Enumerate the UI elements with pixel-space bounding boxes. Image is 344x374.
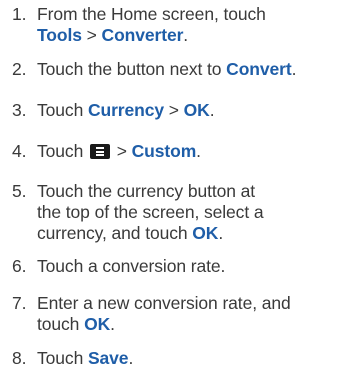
- instruction-list: 1. From the Home screen, touch Tools > C…: [0, 0, 344, 374]
- menu-icon: [89, 144, 110, 159]
- period: .: [110, 314, 115, 334]
- period: .: [128, 348, 134, 368]
- step-line: Touch > Custom.: [37, 141, 201, 162]
- step-prefix: Touch: [37, 348, 88, 368]
- converter-label: Converter: [101, 25, 184, 45]
- step-text: Enter a new conversion rate, and touch O…: [37, 293, 291, 335]
- step-line: Touch the button next to Convert.: [37, 59, 296, 80]
- period: .: [183, 25, 189, 45]
- ok-label: OK: [183, 100, 210, 120]
- custom-label: Custom: [131, 141, 197, 161]
- step-line: Touch the currency button at: [37, 181, 256, 201]
- step-text: From the Home screen, touch Tools > Conv…: [37, 4, 266, 46]
- step-prefix: touch: [37, 314, 85, 334]
- currency-label: Currency: [87, 100, 165, 120]
- step-number: 7.: [12, 293, 27, 313]
- step-prefix: currency, and touch: [37, 223, 193, 243]
- step-line: From the Home screen, touch: [37, 4, 266, 24]
- step-number: 3.: [12, 100, 27, 120]
- period: .: [218, 223, 224, 243]
- step-line: touch OK.: [37, 314, 291, 335]
- tools-label: Tools: [37, 25, 82, 45]
- step-prefix: Touch: [37, 100, 88, 120]
- step-prefix: Touch: [37, 141, 88, 161]
- step-prefix: Touch the button next to: [37, 59, 227, 79]
- step-line: currency, and touch OK.: [37, 223, 264, 244]
- period: .: [291, 59, 297, 79]
- separator: >: [81, 25, 102, 45]
- step-number: 6.: [12, 256, 27, 276]
- step-text: Touch the currency button at the top of …: [37, 181, 264, 244]
- step-line: the top of the screen, select a: [37, 202, 264, 222]
- step-text: Touch the button next to Convert.: [37, 59, 296, 80]
- step-number: 5.: [12, 181, 27, 201]
- step-number: 1.: [12, 4, 27, 24]
- step-text: Touch Save.: [37, 348, 133, 369]
- separator: >: [111, 141, 132, 161]
- ok-label: OK: [84, 314, 111, 334]
- step-number: 8.: [12, 348, 27, 368]
- ok-label: OK: [192, 223, 219, 243]
- convert-label: Convert: [226, 59, 292, 79]
- separator: >: [164, 100, 184, 120]
- period: .: [196, 141, 201, 161]
- step-line: Touch Save.: [37, 348, 133, 369]
- period: .: [209, 100, 215, 120]
- step-line: Touch a conversion rate.: [37, 256, 226, 276]
- step-line: Touch Currency > OK.: [37, 100, 215, 121]
- step-text: Touch Currency > OK.: [37, 100, 215, 121]
- step-text: Touch > Custom.: [37, 141, 201, 162]
- step-line: Tools > Converter.: [37, 25, 266, 46]
- save-label: Save: [87, 348, 129, 368]
- step-line: Enter a new conversion rate, and: [37, 293, 291, 313]
- step-number: 4.: [12, 141, 27, 161]
- step-number: 2.: [12, 59, 27, 79]
- step-text: Touch a conversion rate.: [37, 256, 225, 277]
